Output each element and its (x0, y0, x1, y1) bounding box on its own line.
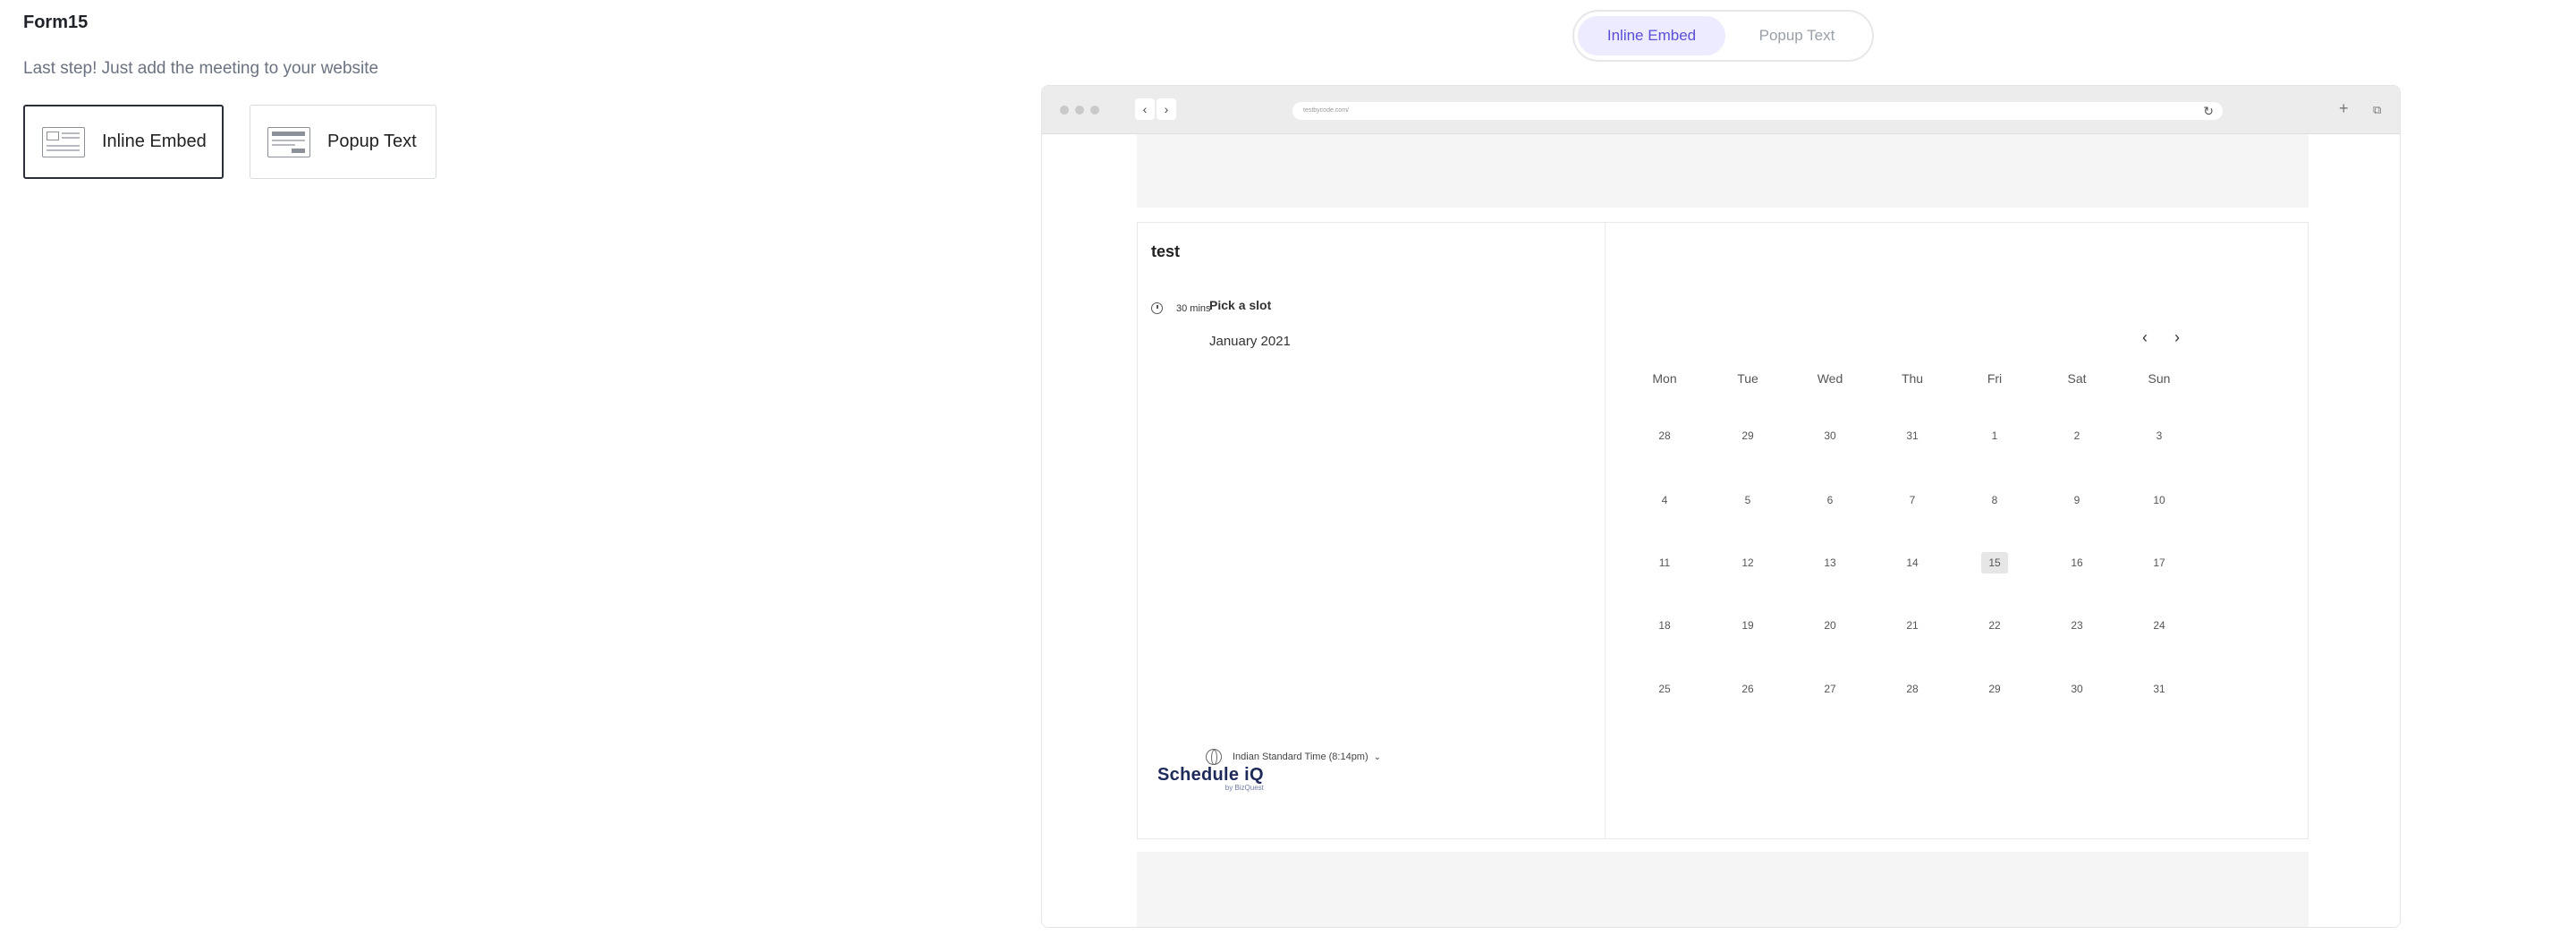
calendar-day[interactable]: 30 (2063, 678, 2090, 700)
browser-preview: ‹ › testbycode.com/ ↻ + ⧉ test 30 mins S… (1041, 85, 2401, 928)
calendar-day[interactable]: 5 (1734, 489, 1761, 511)
window-dot (1060, 106, 1069, 115)
logo-text: Schedule iQ (1157, 765, 1264, 785)
url-text: testbycode.com/ (1303, 107, 1349, 114)
calendar-day[interactable]: 14 (1899, 552, 1926, 573)
tab-popup-text[interactable]: Popup Text (1725, 16, 1868, 55)
calendar-day[interactable]: 2 (2063, 425, 2090, 446)
window-dot (1090, 106, 1099, 115)
calendar-day[interactable]: 31 (2146, 678, 2173, 700)
calendar-day[interactable]: 20 (1817, 615, 1843, 636)
browser-toolbar: ‹ › testbycode.com/ ↻ + ⧉ (1042, 86, 2400, 134)
weekday-label: Sun (2148, 371, 2171, 386)
calendar-day[interactable]: 3 (2146, 425, 2173, 446)
calendar-day[interactable]: 12 (1734, 552, 1761, 573)
calendar-month: January 2021 (1209, 334, 1291, 349)
calendar-day[interactable]: 31 (1899, 425, 1926, 446)
page-placeholder-top (1137, 134, 2309, 208)
tab-inline-embed[interactable]: Inline Embed (1578, 16, 1725, 55)
plus-icon[interactable]: + (2339, 99, 2349, 118)
calendar-day-today[interactable]: 15 (1981, 552, 2008, 573)
event-duration: 30 mins (1151, 302, 1211, 314)
page-placeholder-bottom (1137, 852, 2309, 927)
preview-mode-toggle: Inline Embed Popup Text (1572, 10, 1874, 62)
calendar-day[interactable]: 28 (1651, 425, 1678, 446)
popup-text-label: Popup Text (327, 132, 417, 151)
calendar-day[interactable]: 7 (1899, 489, 1926, 511)
calendar-day[interactable]: 29 (1981, 678, 2008, 700)
popup-text-option[interactable]: Popup Text (250, 105, 436, 179)
event-title: test (1151, 242, 1181, 260)
calendar-day[interactable]: 23 (2063, 615, 2090, 636)
calendar-day[interactable]: 18 (1651, 615, 1678, 636)
weekday-label: Thu (1901, 371, 1924, 386)
weekday-label: Tue (1737, 371, 1758, 386)
chevron-right-icon[interactable]: › (1157, 98, 1176, 120)
timezone-selector[interactable]: Indian Standard Time (8:14pm) ⌄ (1206, 749, 1381, 765)
calendar-day[interactable]: 9 (2063, 489, 2090, 511)
weekday-label: Mon (1652, 371, 1677, 386)
pick-slot-heading: Pick a slot (1209, 298, 1272, 312)
form-title: Form15 (23, 13, 89, 32)
calendar-day[interactable]: 13 (1817, 552, 1843, 573)
next-month-button[interactable]: › (2174, 328, 2180, 347)
prev-month-button[interactable]: ‹ (2142, 328, 2148, 347)
calendar-day[interactable]: 27 (1817, 678, 1843, 700)
calendar-day[interactable]: 16 (2063, 552, 2090, 573)
calendar-day[interactable]: 25 (1651, 678, 1678, 700)
weekday-label: Sat (2067, 371, 2087, 386)
form-subtitle: Last step! Just add the meeting to your … (23, 59, 379, 78)
weekday-label: Wed (1817, 371, 1843, 386)
calendar-day[interactable]: 19 (1734, 615, 1761, 636)
calendar-day[interactable]: 26 (1734, 678, 1761, 700)
chevron-down-icon: ⌄ (1373, 752, 1382, 762)
calendar-day[interactable]: 4 (1651, 489, 1678, 511)
calendar-day[interactable]: 24 (2146, 615, 2173, 636)
calendar-day[interactable]: 29 (1734, 425, 1761, 446)
reload-icon[interactable]: ↻ (2203, 102, 2214, 120)
calendar-day[interactable]: 21 (1899, 615, 1926, 636)
calendar-day[interactable]: 8 (1981, 489, 2008, 511)
inline-embed-option[interactable]: Inline Embed (23, 105, 224, 179)
calendar-day[interactable]: 10 (2146, 489, 2173, 511)
inline-embed-label: Inline Embed (102, 132, 207, 151)
calendar-day[interactable]: 6 (1817, 489, 1843, 511)
inline-embed-layout-icon (42, 126, 85, 157)
window-icon[interactable]: ⧉ (2373, 103, 2381, 117)
calendar-day[interactable]: 17 (2146, 552, 2173, 573)
window-dot (1075, 106, 1084, 115)
clock-icon (1151, 302, 1163, 314)
popup-text-layout-icon (267, 126, 310, 157)
panel-divider (1605, 223, 1606, 838)
brand-logo: Schedule iQ by BizQuest (1157, 765, 1264, 792)
chevron-left-icon[interactable]: ‹ (1135, 98, 1155, 120)
calendar-day[interactable]: 1 (1981, 425, 2008, 446)
timezone-text: Indian Standard Time (8:14pm) (1233, 752, 1368, 762)
duration-text: 30 mins (1176, 302, 1211, 314)
weekday-label: Fri (1987, 371, 2003, 386)
calendar-day[interactable]: 30 (1817, 425, 1843, 446)
globe-icon (1206, 749, 1222, 765)
calendar-day[interactable]: 11 (1651, 552, 1678, 573)
address-bar[interactable]: testbycode.com/ ↻ (1292, 102, 2223, 120)
booking-widget: test 30 mins Schedule iQ by BizQuest Pic… (1137, 222, 2309, 839)
calendar-day[interactable]: 28 (1899, 678, 1926, 700)
calendar-day[interactable]: 22 (1981, 615, 2008, 636)
